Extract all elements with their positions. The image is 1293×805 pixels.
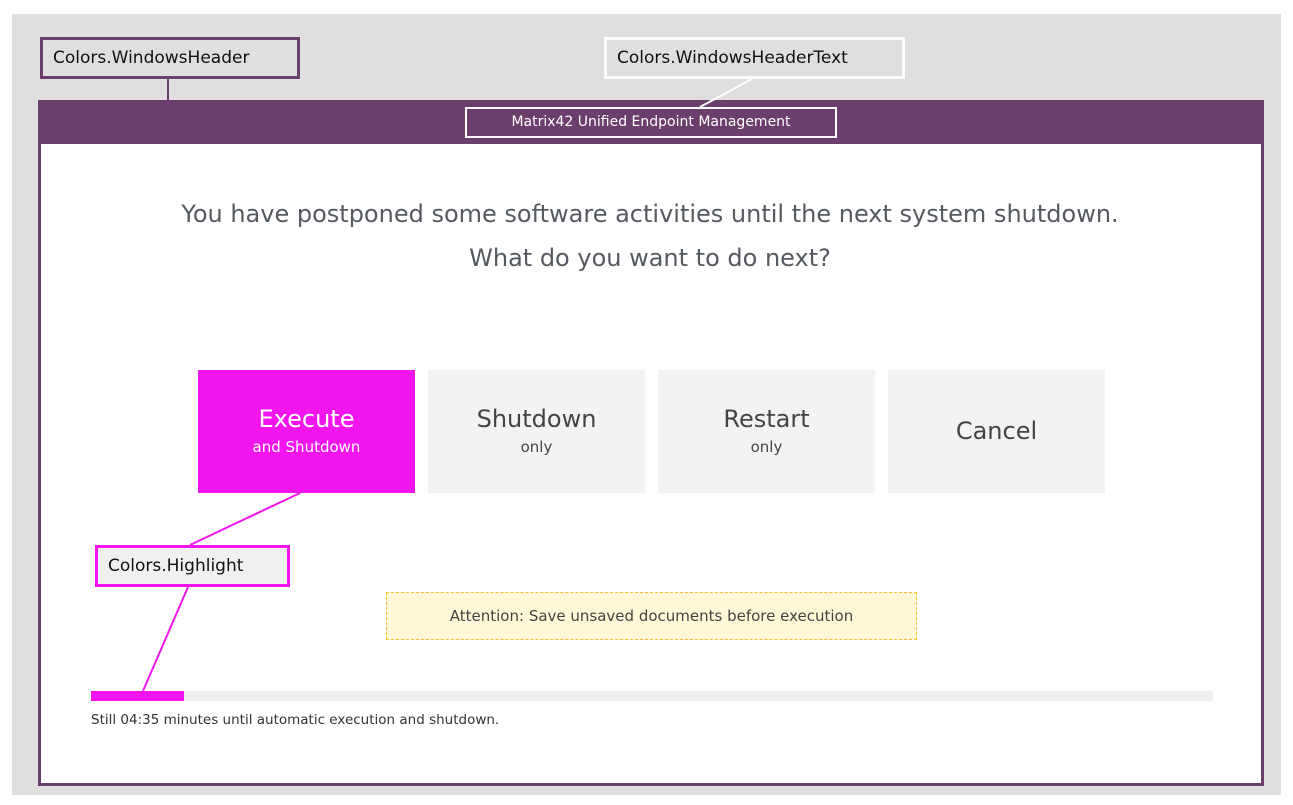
callout-highlight: Colors.Highlight bbox=[95, 545, 290, 587]
button-sublabel: only bbox=[520, 438, 553, 456]
button-sublabel: and Shutdown bbox=[252, 438, 361, 456]
button-sublabel: only bbox=[750, 438, 783, 456]
question-line-2: What do you want to do next? bbox=[469, 244, 831, 272]
execute-and-shutdown-button[interactable]: Execute and Shutdown bbox=[198, 370, 415, 493]
countdown-progress-bar bbox=[91, 691, 1213, 701]
countdown-text: Still 04:35 minutes until automatic exec… bbox=[91, 712, 500, 728]
button-label: Cancel bbox=[955, 417, 1038, 445]
countdown-progress-fill bbox=[91, 691, 185, 701]
shutdown-only-button[interactable]: Shutdown only bbox=[428, 370, 645, 493]
callout-windows-header-text: Colors.WindowsHeaderText bbox=[604, 37, 905, 79]
cancel-button[interactable]: Cancel bbox=[888, 370, 1105, 493]
button-label: Restart bbox=[723, 405, 810, 433]
callout-windows-header: Colors.WindowsHeader bbox=[40, 37, 300, 79]
window-title: Matrix42 Unified Endpoint Management bbox=[465, 107, 837, 138]
dialog-question: You have postponed some software activit… bbox=[60, 192, 1240, 280]
restart-only-button[interactable]: Restart only bbox=[658, 370, 875, 493]
attention-notice: Attention: Save unsaved documents before… bbox=[386, 592, 917, 640]
button-label: Execute bbox=[258, 405, 355, 433]
question-line-1: You have postponed some software activit… bbox=[181, 200, 1119, 228]
button-label: Shutdown bbox=[476, 405, 597, 433]
